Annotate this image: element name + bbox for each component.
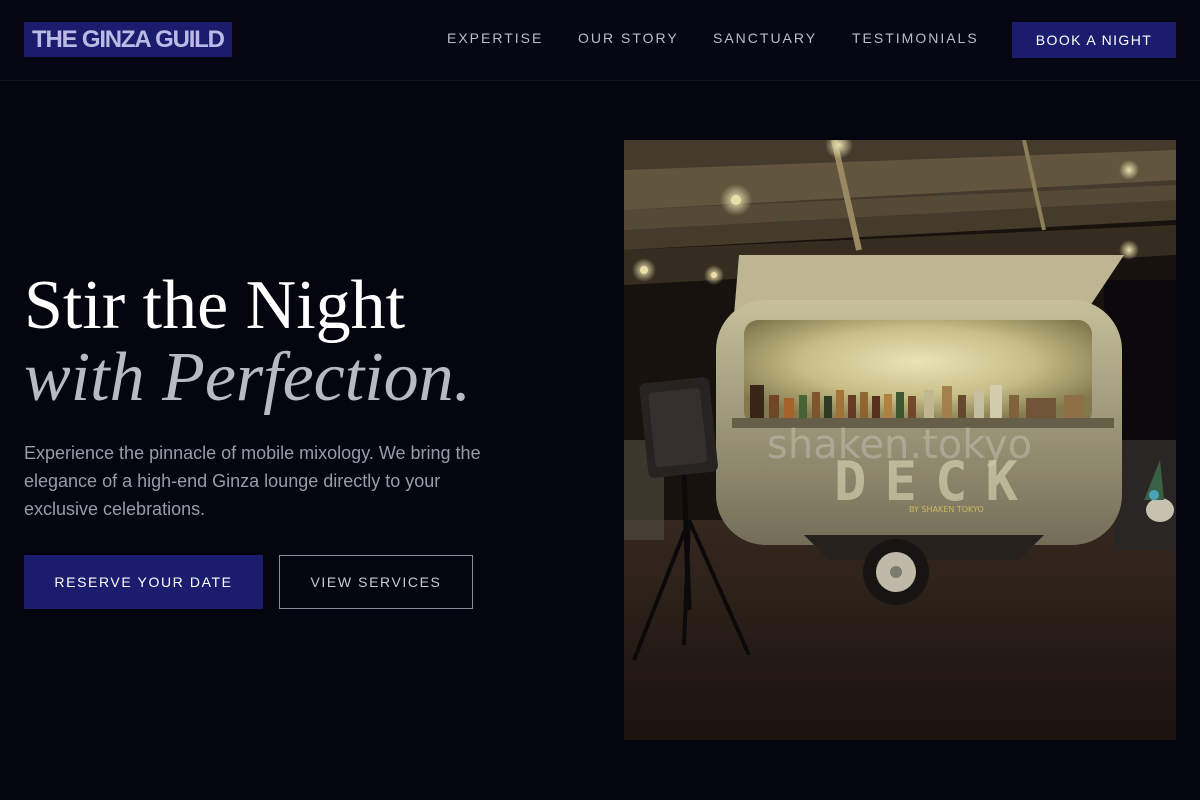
hero-description: Experience the pinnacle of mobile mixolo… (24, 443, 481, 519)
reserve-your-date-button[interactable]: RESERVE YOUR DATE (24, 555, 263, 609)
hero-title-line-1: Stir the Night (24, 267, 406, 344)
hero-title-line-2: with Perfection. (24, 339, 472, 416)
hero-title: Stir the Night with Perfection. (24, 270, 604, 414)
book-a-night-button[interactable]: BOOK A NIGHT (1012, 22, 1176, 58)
site-header: THE GINZA GUILD EXPERTISE OUR STORY SANC… (0, 0, 1200, 81)
view-services-button[interactable]: VIEW SERVICES (279, 555, 473, 609)
nav-link-testimonials[interactable]: TESTIMONIALS (852, 30, 979, 46)
nav-link-expertise[interactable]: EXPERTISE (447, 30, 543, 46)
nav-link-sanctuary[interactable]: SANCTUARY (713, 30, 817, 46)
nav-link-our-story[interactable]: OUR STORY (578, 30, 679, 46)
hero-photo-bar-trailer: shaken.tokyo DECK BY SHAKEN TOKYO (624, 140, 1176, 740)
